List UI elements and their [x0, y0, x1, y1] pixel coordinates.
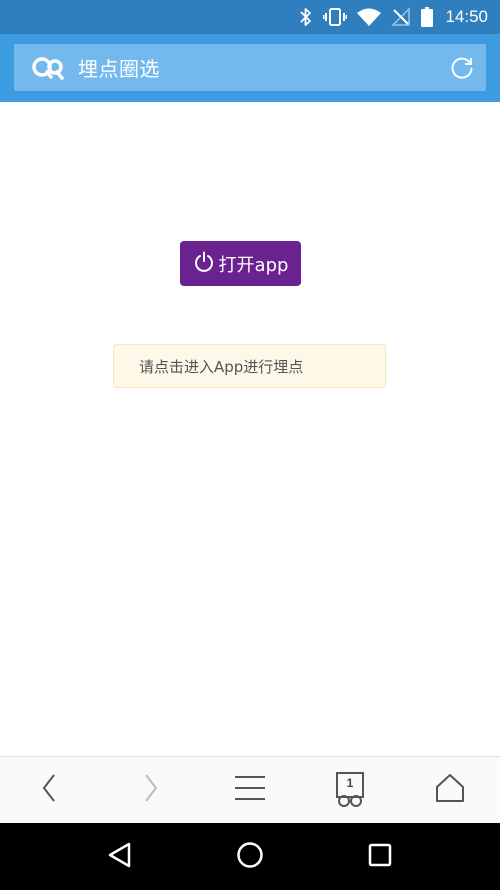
status-time: 14:50	[445, 7, 488, 26]
page-title: 埋点圈选	[78, 57, 160, 81]
system-recents-button[interactable]	[350, 827, 410, 887]
refresh-icon[interactable]	[448, 54, 476, 82]
home-circle-icon	[236, 841, 264, 873]
main-content: 打开app 请点击进入App进行埋点	[0, 102, 500, 756]
status-icons: 14:50	[299, 0, 488, 34]
back-triangle-icon	[107, 842, 133, 872]
bottom-toolbar: 1	[0, 756, 500, 823]
menu-button[interactable]	[200, 757, 300, 823]
status-bar: 14:50	[0, 0, 500, 34]
glasses-logo-icon	[30, 53, 66, 83]
tabs-icon: 1	[335, 772, 365, 808]
forward-button[interactable]	[100, 757, 200, 823]
open-app-label: 打开app	[218, 254, 289, 276]
wifi-icon	[357, 8, 382, 26]
chevron-right-icon	[140, 772, 160, 808]
notice-text: 请点击进入App进行埋点	[139, 357, 304, 376]
back-button[interactable]	[0, 757, 100, 823]
recents-square-icon	[368, 843, 392, 871]
menu-icon	[234, 775, 266, 805]
tab-count: 1	[346, 776, 354, 790]
vibrate-icon	[323, 7, 348, 27]
app-bar: 埋点圈选	[0, 34, 500, 102]
power-icon	[193, 251, 215, 277]
system-home-button[interactable]	[220, 827, 280, 887]
battery-icon	[421, 7, 434, 27]
url-bar[interactable]: 埋点圈选	[14, 44, 486, 91]
home-icon	[435, 773, 465, 807]
system-back-button[interactable]	[90, 827, 150, 887]
screen: 14:50 埋点圈选 打开app 请点击进入App进行埋点 1	[0, 0, 500, 890]
bluetooth-icon	[299, 7, 313, 27]
notice-box: 请点击进入App进行埋点	[113, 344, 386, 388]
system-nav-bar	[0, 823, 500, 890]
home-button[interactable]	[400, 757, 500, 823]
no-signal-icon	[391, 7, 411, 27]
tabs-button[interactable]: 1	[300, 757, 400, 823]
chevron-left-icon	[40, 772, 60, 808]
open-app-button[interactable]: 打开app	[180, 241, 301, 286]
